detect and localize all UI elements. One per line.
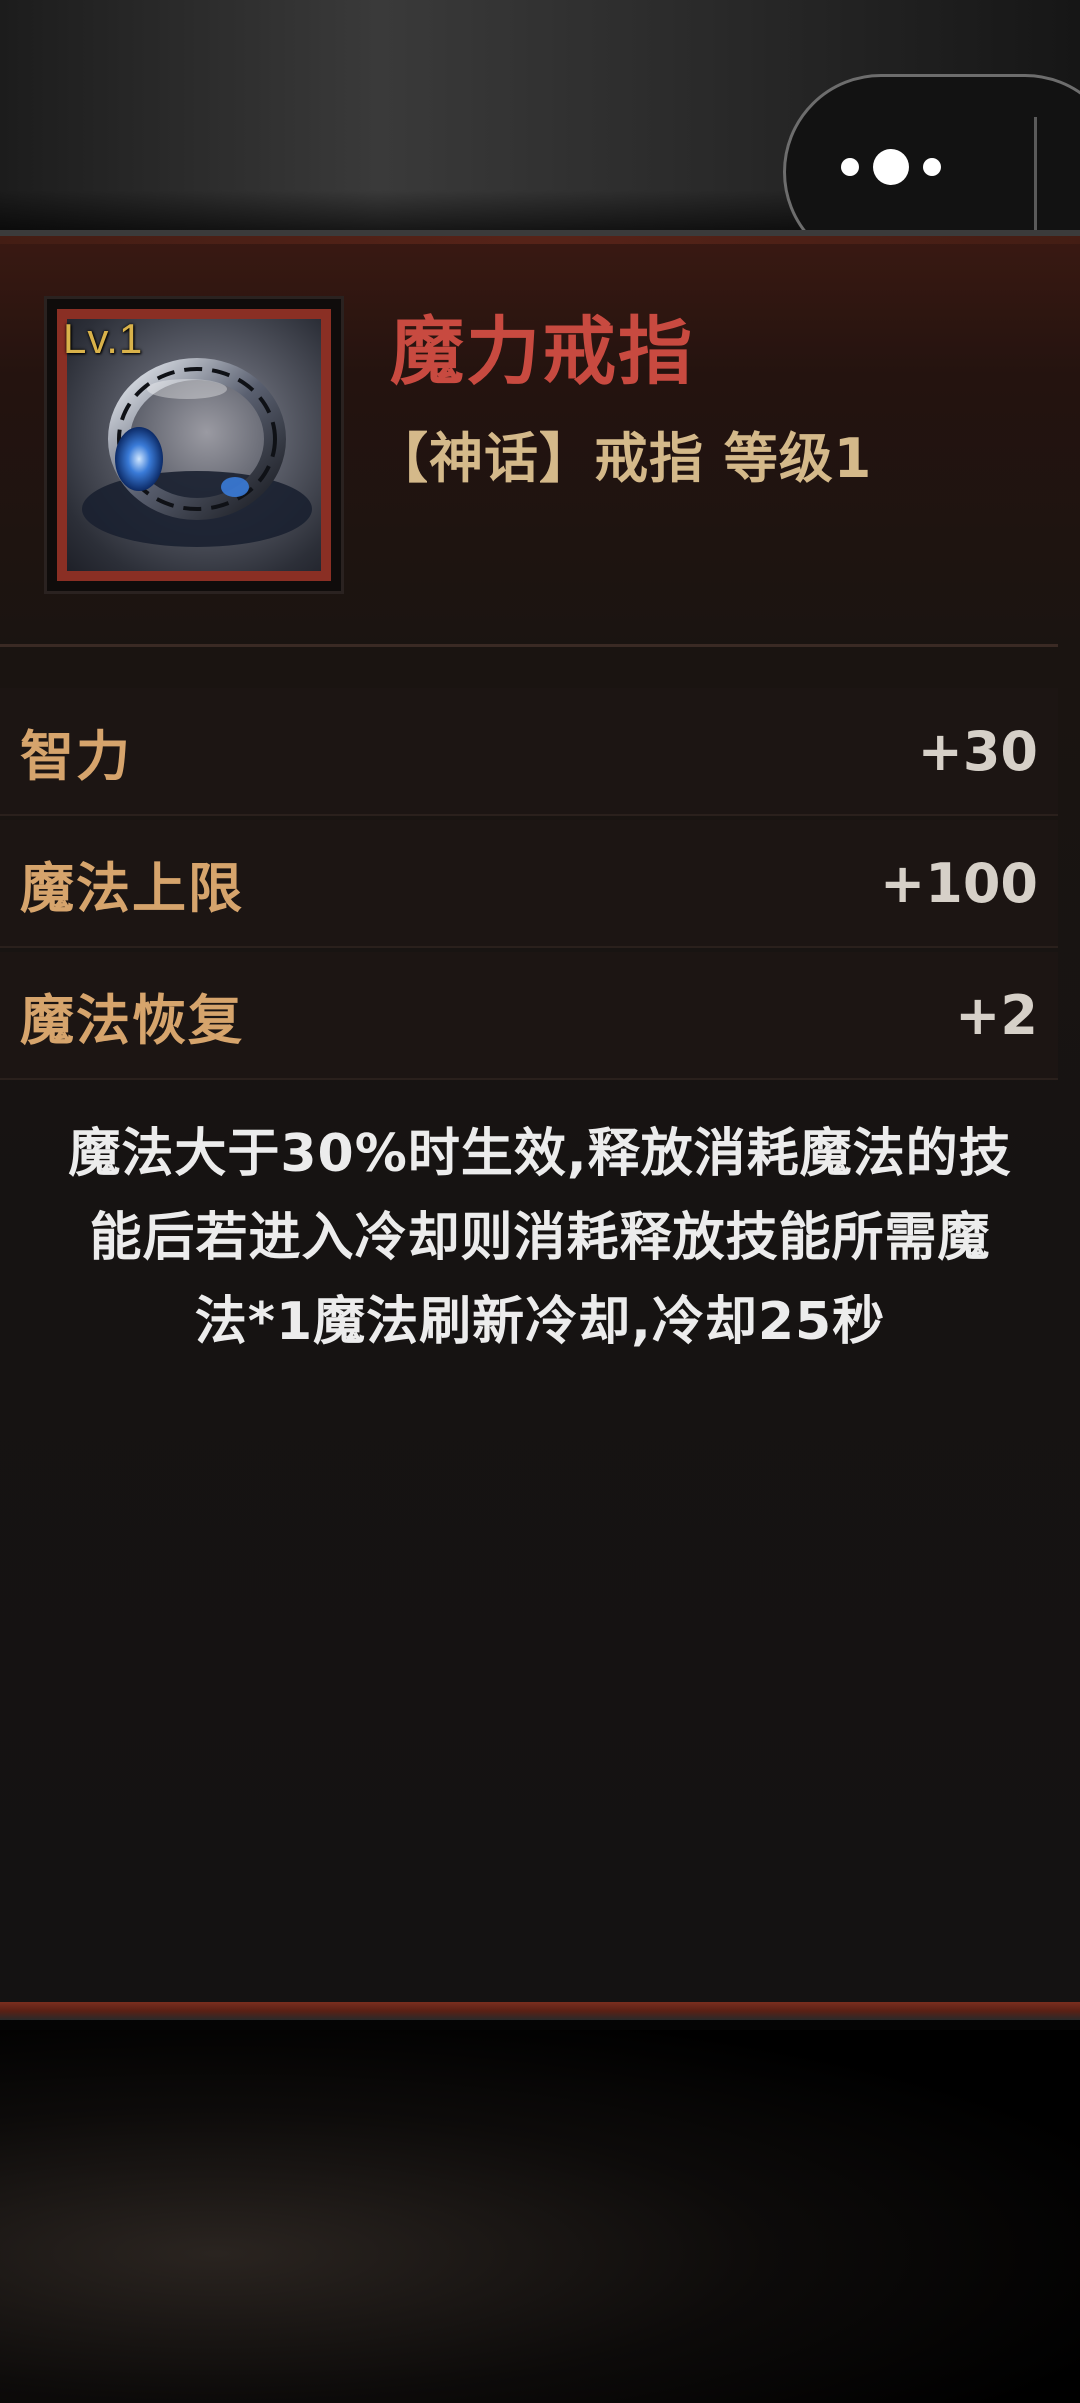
stat-value: +30 xyxy=(917,719,1038,783)
more-button[interactable] xyxy=(826,132,956,202)
panel-bottom-border xyxy=(0,2002,1080,2020)
header-divider xyxy=(0,644,1058,647)
item-name: 魔力戒指 xyxy=(390,309,694,395)
more-dots-icon-right xyxy=(923,158,941,176)
description-line: 魔法大于30%时生效,释放消耗魔法的技 xyxy=(68,1124,1012,1184)
stat-row-intelligence: 智力 +30 xyxy=(0,688,1058,816)
description-line: 能后若进入冷却则消耗释放技能所需魔 xyxy=(89,1208,991,1268)
description-line: 法*1魔法刷新冷却,冷却25秒 xyxy=(194,1292,886,1352)
capsule-divider xyxy=(1034,117,1037,243)
stat-row-max-mana: 魔法上限 +100 xyxy=(0,820,1058,948)
background-overlay-bottom xyxy=(0,2030,1080,2403)
stat-value: +2 xyxy=(955,983,1038,1047)
level-badge: Lv.1 xyxy=(63,315,144,362)
item-description: 魔法大于30%时生效,释放消耗魔法的技 能后若进入冷却则消耗释放技能所需魔 法*… xyxy=(0,1112,1080,1364)
stats-list: 智力 +30 魔法上限 +100 魔法恢复 +2 xyxy=(0,688,1058,1084)
stat-row-mana-regen: 魔法恢复 +2 xyxy=(0,952,1058,1080)
stat-name: 魔法上限 xyxy=(20,856,244,920)
more-dots-icon-center xyxy=(873,149,909,185)
item-icon-frame: Lv.1 xyxy=(44,296,344,594)
more-dots-icon xyxy=(841,158,859,176)
stat-name: 智力 xyxy=(20,724,132,788)
stat-value: +100 xyxy=(880,851,1038,915)
stat-name: 魔法恢复 xyxy=(20,988,244,1052)
item-type-line: 【神话】戒指 等级1 xyxy=(374,427,873,490)
